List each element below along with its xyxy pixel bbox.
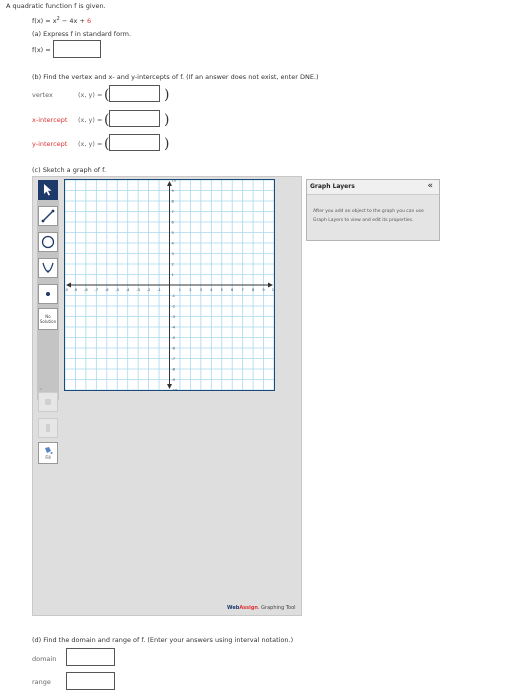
y-tick-label: -3 xyxy=(172,315,176,319)
x-tick-label: -2 xyxy=(147,288,151,292)
point-tool-button[interactable] xyxy=(38,284,58,304)
vertex-input[interactable] xyxy=(109,85,160,102)
no-solution-label: No Solution xyxy=(39,314,57,324)
delete-icon xyxy=(45,399,51,405)
range-input[interactable] xyxy=(66,672,115,690)
tool-sidebar: No Solution ≡ Fill xyxy=(37,178,61,614)
y-tick-label: 3 xyxy=(172,252,174,256)
brand-assign: Assign xyxy=(239,605,258,611)
function-constant: 6 xyxy=(86,17,92,26)
x-tick-label: 2 xyxy=(189,288,191,292)
graph-canvas[interactable]: -10-9-8-7-6-5-4-3-2-11234567891010987654… xyxy=(64,179,275,391)
x-tick-label: -3 xyxy=(136,288,140,292)
y-tick-label: -2 xyxy=(172,304,176,308)
point-tool-icon xyxy=(46,292,50,296)
pointer-icon xyxy=(44,184,52,196)
part-a-prompt: (a) Express f in standard form. xyxy=(32,30,132,38)
no-solution-button[interactable]: No Solution xyxy=(38,308,58,330)
x-intercept-coord-label: (x, y) = xyxy=(78,116,103,124)
fill-icon xyxy=(45,447,53,454)
domain-label: domain xyxy=(32,655,57,663)
graph-layers-title: Graph Layers xyxy=(310,183,355,190)
y-tick-label: -10 xyxy=(172,388,179,390)
x-tick-label: 7 xyxy=(242,288,244,292)
y-tick-label: -7 xyxy=(172,357,176,361)
x-tick-label: 5 xyxy=(221,288,223,292)
x-axis-arrow-right xyxy=(268,282,273,288)
clear-icon xyxy=(46,424,50,432)
x-tick-label: 6 xyxy=(231,288,234,292)
y-tick-label: 10 xyxy=(172,180,177,182)
function-definition: f(x) = x2 − 4x + 6 xyxy=(32,15,91,25)
clear-tool-button xyxy=(38,418,58,438)
line-tool-button[interactable] xyxy=(38,206,58,226)
y-intercept-close-paren: ) xyxy=(164,136,170,152)
graph-layers-header[interactable]: Graph Layers « xyxy=(307,180,439,195)
webassign-branding: WebAssign. Graphing Tool xyxy=(227,604,296,612)
x-intercept-label: x-intercept xyxy=(32,116,68,124)
x-tick-label: -4 xyxy=(126,288,130,292)
y-tick-label: -5 xyxy=(172,336,176,340)
x-tick-label: 10 xyxy=(272,288,274,292)
domain-input[interactable] xyxy=(66,648,115,666)
x-tick-label: -5 xyxy=(115,288,119,292)
y-tick-label: 7 xyxy=(172,210,174,214)
y-intercept-input[interactable] xyxy=(109,134,160,151)
x-tick-label: 8 xyxy=(252,288,255,292)
y-tick-label: -1 xyxy=(172,294,176,298)
x-tick-label: 4 xyxy=(210,288,213,292)
pointer-tool-button[interactable] xyxy=(38,180,58,200)
y-tick-label: 2 xyxy=(172,262,174,266)
part-c-prompt: (c) Sketch a graph of f. xyxy=(32,166,107,174)
delete-tool-button xyxy=(38,392,58,412)
intro-text: A quadratic function f is given. xyxy=(6,2,106,10)
x-tick-label: -6 xyxy=(105,288,109,292)
fill-label: Fill xyxy=(45,455,51,460)
line-tool-icon xyxy=(41,209,55,223)
standard-form-input[interactable] xyxy=(53,40,101,58)
x-tick-label: 3 xyxy=(200,288,202,292)
x-tick-label: -7 xyxy=(95,288,99,292)
vertex-close-paren: ) xyxy=(164,87,170,103)
y-tick-label: 1 xyxy=(172,273,174,277)
y-intercept-label: y-intercept xyxy=(32,140,68,148)
range-label: range xyxy=(32,678,51,686)
function-mid: − 4x + xyxy=(59,17,87,26)
graph-layers-panel: Graph Layers « After you add an object t… xyxy=(306,179,440,241)
coordinate-grid[interactable]: -10-9-8-7-6-5-4-3-2-11234567891010987654… xyxy=(65,180,274,390)
y-tick-label: 5 xyxy=(172,231,174,235)
fill-tool-button[interactable]: Fill xyxy=(38,442,58,464)
x-tick-label: 1 xyxy=(179,288,181,292)
x-tick-label: -1 xyxy=(157,288,161,292)
parabola-tool-icon xyxy=(42,262,54,273)
function-lhs: f(x) = x xyxy=(32,17,57,26)
parabola-tool-button[interactable] xyxy=(38,258,58,278)
part-a-label: f(x) = xyxy=(32,46,51,54)
disabled-tool-caption: ≡ xyxy=(39,386,43,391)
x-intercept-input[interactable] xyxy=(109,110,160,127)
circle-tool-icon xyxy=(41,235,55,249)
brand-suffix: . Graphing Tool xyxy=(258,605,296,611)
y-intercept-coord-label: (x, y) = xyxy=(78,140,103,148)
part-d-prompt: (d) Find the domain and range of f. (Ent… xyxy=(32,636,294,644)
vertex-label: vertex xyxy=(32,91,53,99)
part-b-prompt: (b) Find the vertex and x- and y-interce… xyxy=(32,73,319,81)
x-tick-label: -9 xyxy=(74,288,78,292)
graph-layers-description: After you add an object to the graph you… xyxy=(313,209,424,223)
vertex-coord-label: (x, y) = xyxy=(78,91,103,99)
brand-web: Web xyxy=(227,605,240,611)
x-axis-arrow-left xyxy=(66,282,71,288)
x-tick-label: -10 xyxy=(65,288,69,292)
x-tick-label: 9 xyxy=(262,288,265,292)
x-intercept-close-paren: ) xyxy=(164,112,170,128)
x-tick-label: -8 xyxy=(84,288,88,292)
circle-tool-button[interactable] xyxy=(38,232,58,252)
collapse-layers-icon[interactable]: « xyxy=(427,181,433,191)
